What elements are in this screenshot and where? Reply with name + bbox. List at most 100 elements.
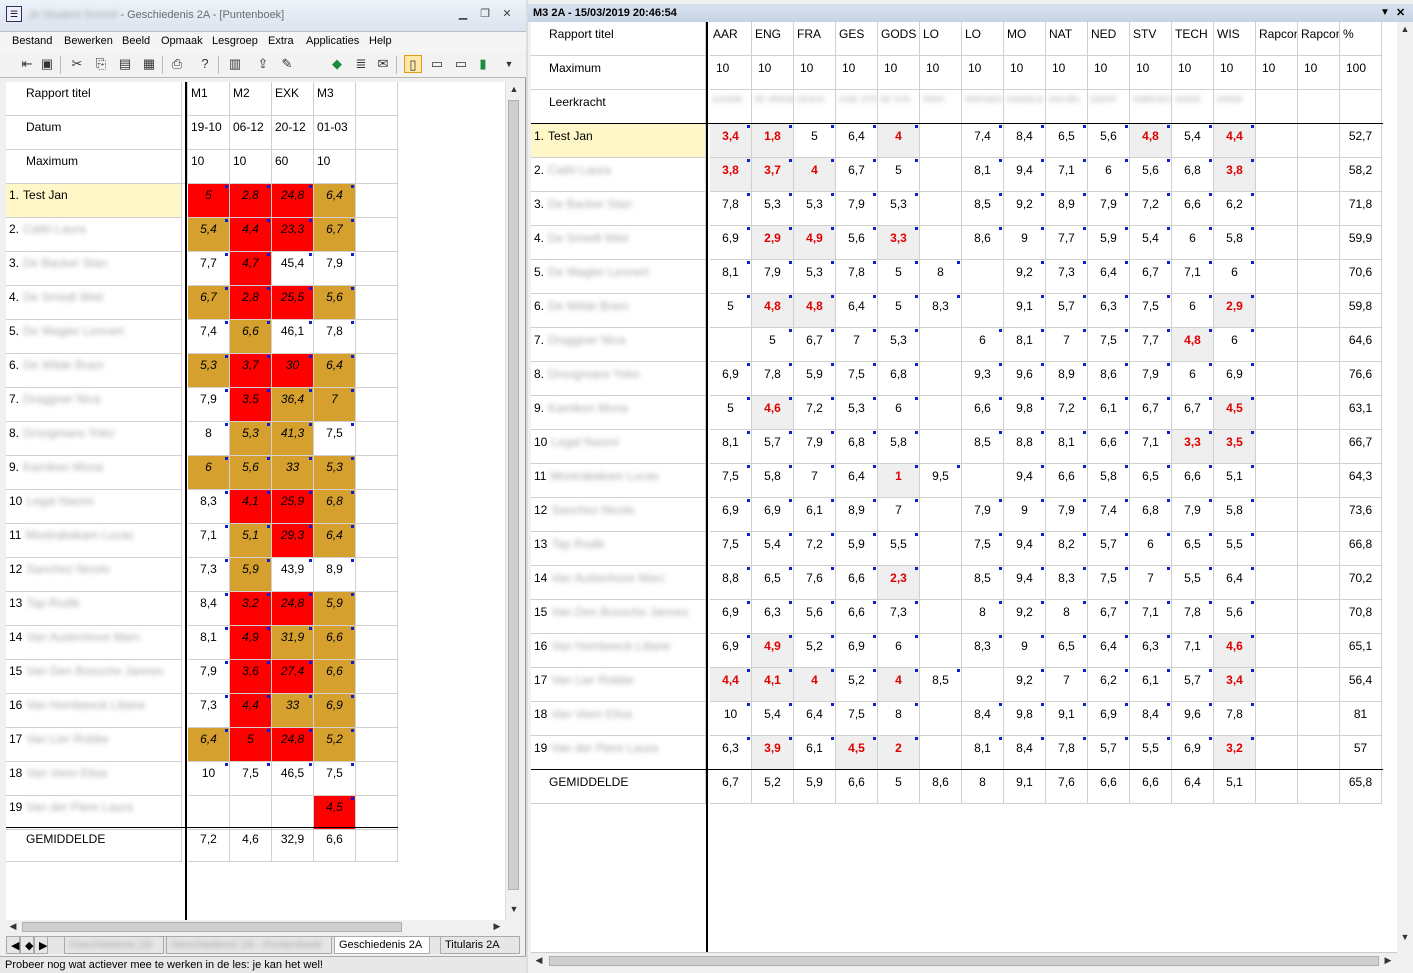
grade-cell[interactable] xyxy=(710,328,752,362)
grade-cell[interactable]: 5 xyxy=(878,294,920,328)
grade-cell[interactable]: 9,6 xyxy=(1004,362,1046,396)
grade-cell[interactable]: 6,7 xyxy=(1130,396,1172,430)
grade-cell[interactable]: 58,2 xyxy=(1340,158,1382,192)
grade-cell[interactable]: 6,9 xyxy=(1214,362,1256,396)
grade-cell[interactable]: 6 xyxy=(1214,260,1256,294)
grade-cell[interactable]: 6 xyxy=(1172,294,1214,328)
grade-cell[interactable]: 9,4 xyxy=(1004,532,1046,566)
header-dates-cell[interactable]: 20-12 xyxy=(272,116,314,150)
grade-cell[interactable]: 4 xyxy=(794,668,836,702)
grade-cell[interactable]: 6,5 xyxy=(1130,464,1172,498)
grade-cell[interactable]: 7,9 xyxy=(836,192,878,226)
header-cols-cell[interactable]: EXK xyxy=(272,82,314,116)
grade-cell[interactable]: 7,5 xyxy=(1130,294,1172,328)
grade-cell[interactable]: 6,9 xyxy=(1172,736,1214,770)
grade-cell[interactable]: 64,6 xyxy=(1340,328,1382,362)
grade-cell[interactable]: 6,4 xyxy=(836,294,878,328)
grade-cell[interactable]: 6 xyxy=(1088,158,1130,192)
grade-cell[interactable]: 5,3 xyxy=(878,328,920,362)
menu-help[interactable]: Help xyxy=(369,35,392,47)
grade-cell[interactable] xyxy=(920,192,962,226)
student-row[interactable]: 1. Test Jan xyxy=(6,184,182,218)
grade-cell[interactable]: 6,4 xyxy=(1214,566,1256,600)
grade-cell[interactable] xyxy=(1298,124,1340,158)
grade-cell[interactable]: 8,8 xyxy=(710,566,752,600)
grade-cell[interactable] xyxy=(962,294,1004,328)
grade-cell[interactable]: 5 xyxy=(710,294,752,328)
grade-cell[interactable]: 4,9 xyxy=(752,634,794,668)
score-cell[interactable]: 7,8 xyxy=(314,320,356,354)
score-cell[interactable]: 5,9 xyxy=(314,592,356,626)
score-cell[interactable]: 8,1 xyxy=(188,626,230,660)
grade-cell[interactable]: 3,7 xyxy=(752,158,794,192)
header-maximum-cell[interactable]: 10 xyxy=(314,150,356,184)
grade-cell[interactable]: 7,7 xyxy=(1130,328,1172,362)
score-cell[interactable]: 25,5 xyxy=(272,286,314,320)
grade-cell[interactable] xyxy=(1256,328,1298,362)
grade-cell[interactable]: 5,8 xyxy=(1088,464,1130,498)
grade-cell[interactable]: 5,7 xyxy=(1172,668,1214,702)
score-cell[interactable]: 41,3 xyxy=(272,422,314,456)
score-cell[interactable]: 8,4 xyxy=(188,592,230,626)
student-row[interactable]: 18 Van Veen Elisa xyxy=(6,762,182,796)
grade-cell[interactable]: 8,4 xyxy=(962,702,1004,736)
score-cell[interactable]: 7,9 xyxy=(188,660,230,694)
subject-header[interactable]: Rapcom xyxy=(1298,22,1340,56)
grade-cell[interactable]: 52,7 xyxy=(1340,124,1382,158)
score-cell[interactable]: 29,3 xyxy=(272,524,314,558)
grade-cell[interactable] xyxy=(1298,634,1340,668)
subject-header[interactable]: % xyxy=(1340,22,1382,56)
grade-cell[interactable]: 6,3 xyxy=(752,600,794,634)
student-row[interactable]: 19 Van der Piere Laura xyxy=(6,796,182,830)
grade-cell[interactable]: 9,8 xyxy=(1004,396,1046,430)
student-row[interactable]: 12 Sanchez Nicolo xyxy=(6,558,182,592)
grade-cell[interactable]: 8 xyxy=(878,702,920,736)
grade-cell[interactable]: 5,6 xyxy=(1214,600,1256,634)
grade-cell[interactable]: 10 xyxy=(710,702,752,736)
grade-cell[interactable] xyxy=(1256,634,1298,668)
grade-cell[interactable]: 76,6 xyxy=(1340,362,1382,396)
tab-geschiedenis-2a[interactable]: Geschiedenis 2A xyxy=(334,937,430,954)
grade-cell[interactable]: 6 xyxy=(1214,328,1256,362)
grade-cell[interactable] xyxy=(1256,736,1298,770)
grade-cell[interactable] xyxy=(920,362,962,396)
grade-cell[interactable]: 6,3 xyxy=(1130,634,1172,668)
grade-cell[interactable] xyxy=(1298,294,1340,328)
grade-cell[interactable] xyxy=(1298,736,1340,770)
grade-cell[interactable]: 9,8 xyxy=(1004,702,1046,736)
grade-cell[interactable]: 9,1 xyxy=(1046,702,1088,736)
student-row[interactable]: 14 Van Audenhove Marc xyxy=(6,626,182,660)
grade-cell[interactable]: 6,9 xyxy=(710,498,752,532)
grade-cell[interactable]: 6,9 xyxy=(710,634,752,668)
score-cell[interactable]: 7,9 xyxy=(314,252,356,286)
subject-header[interactable]: GODS xyxy=(878,22,920,56)
grade-cell[interactable]: 6 xyxy=(1172,226,1214,260)
calendar-icon[interactable]: ▥ xyxy=(226,55,244,73)
grade-cell[interactable]: 9,2 xyxy=(1004,192,1046,226)
grade-cell[interactable]: 6 xyxy=(1172,362,1214,396)
grade-cell[interactable]: 5 xyxy=(710,396,752,430)
grade-cell[interactable] xyxy=(920,498,962,532)
grade-cell[interactable]: 8,6 xyxy=(1088,362,1130,396)
grade-cell[interactable] xyxy=(920,634,962,668)
score-cell[interactable]: 7,5 xyxy=(230,762,272,796)
score-cell[interactable]: 5,6 xyxy=(230,456,272,490)
menu-opmaak[interactable]: Opmaak xyxy=(161,35,203,47)
restore-icon[interactable]: ❐ xyxy=(478,8,492,20)
import-icon[interactable]: ⇤ xyxy=(18,55,36,73)
score-cell[interactable] xyxy=(230,796,272,830)
score-cell[interactable]: 6,4 xyxy=(314,524,356,558)
subject-header[interactable]: STV xyxy=(1130,22,1172,56)
score-cell[interactable]: 4,7 xyxy=(230,252,272,286)
grade-cell[interactable]: 5,9 xyxy=(794,362,836,396)
grade-cell[interactable]: 7,9 xyxy=(1046,498,1088,532)
grade-cell[interactable]: 7,8 xyxy=(1172,600,1214,634)
score-cell[interactable]: 5 xyxy=(230,728,272,762)
grade-cell[interactable]: 6,9 xyxy=(1088,702,1130,736)
score-cell[interactable]: 6,6 xyxy=(230,320,272,354)
grade-cell[interactable]: 4,4 xyxy=(710,668,752,702)
student-row[interactable]: 9. Kamiken Mona xyxy=(6,456,182,490)
score-cell[interactable]: 6 xyxy=(188,456,230,490)
grade-cell[interactable] xyxy=(1256,396,1298,430)
grade-cell[interactable]: 8,4 xyxy=(1004,736,1046,770)
